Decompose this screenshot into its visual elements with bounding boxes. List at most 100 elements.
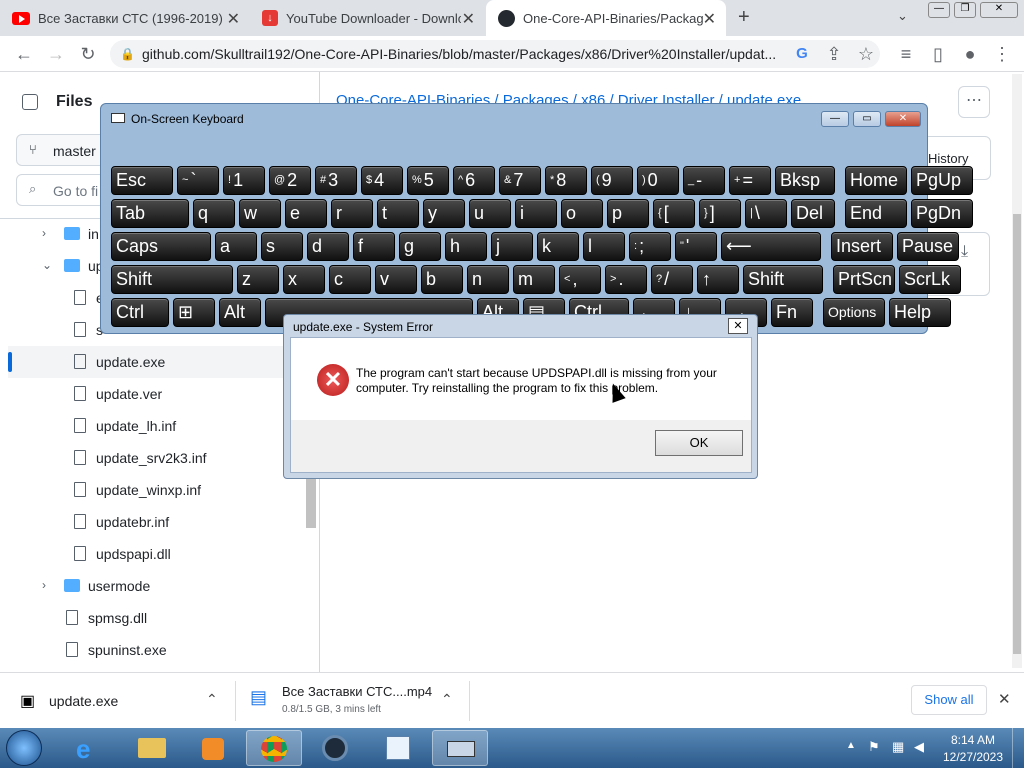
osk-key[interactable]: r (331, 199, 373, 228)
ok-button[interactable]: OK (655, 430, 743, 456)
osk-key[interactable]: ⊞ (173, 298, 215, 327)
network-icon[interactable]: ▦ (892, 739, 904, 755)
tree-file[interactable]: spmsg.dll (88, 610, 147, 626)
osk-key[interactable]: PrtScn (833, 265, 895, 294)
notepad-icon[interactable] (370, 730, 426, 766)
osk-key[interactable]: ⟵ (721, 232, 821, 261)
minimize-button[interactable]: — (928, 2, 950, 18)
tab-github[interactable]: One-Core-API-Binaries/Packages ✕ (486, 0, 726, 36)
osk-key[interactable]: g (399, 232, 441, 261)
show-desktop-button[interactable] (1012, 728, 1024, 768)
close-download-bar-button[interactable]: ✕ (998, 690, 1011, 708)
media-control-icon[interactable]: ≡ (894, 42, 918, 66)
camera-app-icon[interactable] (308, 730, 364, 766)
volume-icon[interactable]: ◀ (914, 739, 924, 755)
osk-key[interactable]: l (583, 232, 625, 261)
osk-key[interactable]: :; (629, 232, 671, 261)
osk-key[interactable]: v (375, 265, 417, 294)
osk-key[interactable]: u (469, 199, 511, 228)
osk-key[interactable]: ~ ` (177, 166, 219, 195)
chevron-right-icon[interactable]: › (42, 578, 46, 592)
osk-key[interactable]: f (353, 232, 395, 261)
osk-key[interactable]: Ctrl (111, 298, 169, 327)
osk-key[interactable]: + = (729, 166, 771, 195)
osk-key[interactable]: ) 0 (637, 166, 679, 195)
action-center-icon[interactable]: ⚑ (868, 739, 880, 755)
chrome-icon[interactable] (246, 730, 302, 766)
google-lens-icon[interactable]: G (790, 42, 814, 66)
osk-close-button[interactable]: ✕ (885, 111, 921, 127)
tree-file[interactable]: update_srv2k3.inf (96, 450, 207, 466)
osk-key[interactable]: Bksp (775, 166, 835, 195)
dialog-close-button[interactable]: ✕ (728, 318, 748, 334)
osk-key[interactable]: Fn (771, 298, 813, 327)
osk-key[interactable]: c (329, 265, 371, 294)
chevron-right-icon[interactable]: › (42, 226, 46, 240)
osk-key[interactable]: ! 1 (223, 166, 265, 195)
osk-key[interactable]: Pause (897, 232, 959, 261)
osk-key[interactable]: Options (823, 298, 885, 327)
osk-key[interactable]: s (261, 232, 303, 261)
osk-key[interactable]: d (307, 232, 349, 261)
download-item-name[interactable]: Все Заставки СТС....mp4 (282, 684, 432, 699)
osk-key[interactable]: End (845, 199, 907, 228)
tree-file-selected[interactable]: update.exe (96, 354, 165, 370)
go-to-file-input[interactable]: ⌕ Go to fi (16, 174, 106, 206)
osk-key[interactable]: y (423, 199, 465, 228)
back-icon[interactable]: ← (12, 42, 36, 66)
osk-key[interactable]: q (193, 199, 235, 228)
osk-key[interactable]: Insert (831, 232, 893, 261)
clock-time[interactable]: 8:14 AM (940, 733, 1006, 747)
branch-selector[interactable]: ⑂ master (16, 134, 106, 166)
file-explorer-icon[interactable] (124, 730, 180, 766)
tab-video-1[interactable]: Все Заставки СТС (1996-2019) (I ✕ (0, 0, 250, 36)
address-bar[interactable]: 🔒 github.com/Skulltrail192/One-Core-API-… (110, 40, 880, 68)
osk-key[interactable]: m (513, 265, 555, 294)
osk-key[interactable]: Help (889, 298, 951, 327)
osk-key[interactable]: (9 (591, 166, 633, 195)
osk-key[interactable]: <, (559, 265, 601, 294)
osk-key[interactable]: >. (605, 265, 647, 294)
bookmark-star-icon[interactable]: ☆ (854, 42, 878, 66)
show-hidden-icons[interactable]: ▲ (846, 740, 856, 751)
start-button[interactable] (6, 730, 42, 766)
osk-key[interactable]: Home (845, 166, 907, 195)
osk-key[interactable]: {[ (653, 199, 695, 228)
more-options-icon[interactable]: ⋯ (958, 86, 990, 118)
chevron-up-icon[interactable]: ⌃ (206, 691, 218, 708)
osk-maximize-button[interactable]: ▭ (853, 111, 881, 127)
page-scrollbar-track[interactable] (1012, 74, 1022, 668)
tree-file[interactable]: update.ver (96, 386, 162, 402)
osk-key[interactable]: t (377, 199, 419, 228)
profile-icon[interactable]: ● (958, 42, 982, 66)
tab-search-icon[interactable]: ⌄ (897, 8, 908, 24)
download-raw-icon[interactable]: ⤓ (961, 243, 968, 261)
osk-key[interactable]: h (445, 232, 487, 261)
osk-key[interactable]: b (421, 265, 463, 294)
osk-key[interactable]: $4 (361, 166, 403, 195)
osk-key[interactable]: _ - (683, 166, 725, 195)
osk-key[interactable]: Del (791, 199, 835, 228)
chevron-down-icon[interactable]: ⌄ (42, 258, 52, 272)
osk-key[interactable]: ScrLk (899, 265, 961, 294)
menu-dots-icon[interactable]: ⋮ (990, 42, 1014, 66)
osk-key[interactable]: Shift (743, 265, 823, 294)
tree-file[interactable]: updatebr.inf (96, 514, 169, 530)
tree-folder[interactable]: usermode (88, 578, 150, 594)
osk-key[interactable]: p (607, 199, 649, 228)
share-icon[interactable]: ⇪ (822, 42, 846, 66)
side-panel-icon[interactable]: ▯ (926, 42, 950, 66)
sidebar-toggle-icon[interactable] (22, 94, 38, 110)
page-scrollbar-thumb[interactable] (1013, 214, 1021, 654)
osk-key[interactable]: Shift (111, 265, 233, 294)
show-all-button[interactable]: Show all (911, 685, 987, 715)
osk-key[interactable]: | \ (745, 199, 787, 228)
osk-key[interactable]: ^ 6 (453, 166, 495, 195)
close-window-button[interactable]: ✕ (980, 2, 1018, 18)
tree-file[interactable]: update_winxp.inf (96, 482, 201, 498)
close-tab-icon[interactable]: ✕ (703, 9, 716, 29)
osk-key[interactable]: w (239, 199, 281, 228)
osk-key[interactable]: PgDn (911, 199, 973, 228)
reload-icon[interactable]: ↻ (76, 42, 100, 66)
clock-date[interactable]: 12/27/2023 (940, 750, 1006, 764)
